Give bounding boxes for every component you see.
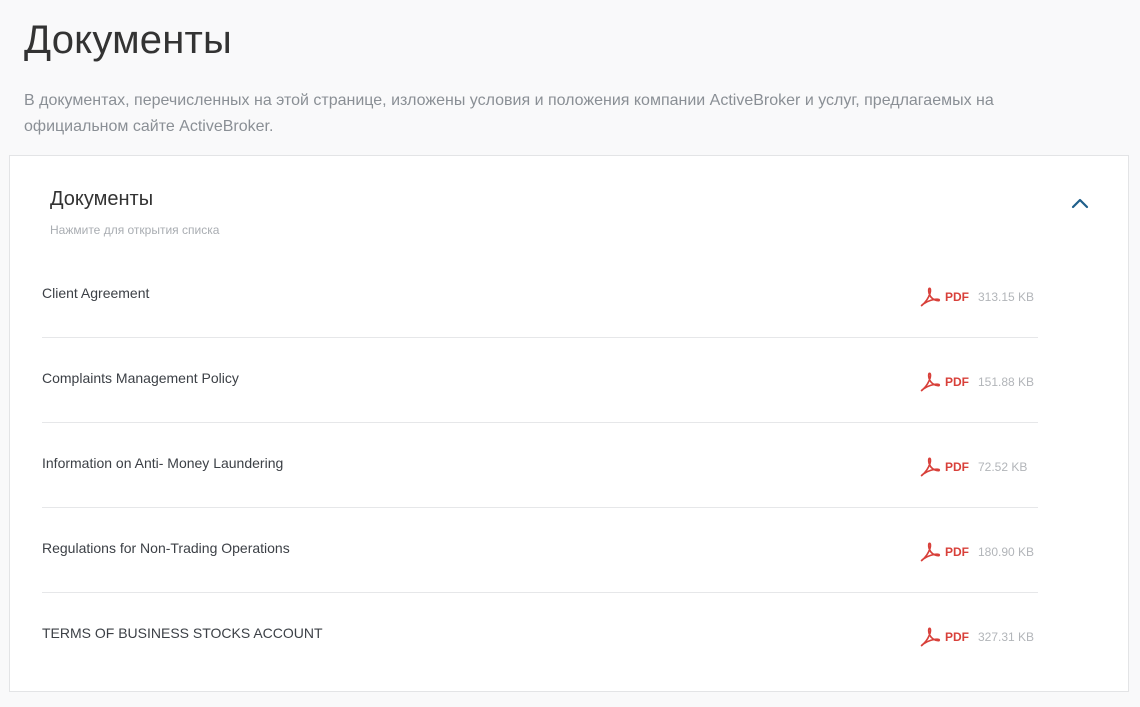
file-type-label: PDF (945, 545, 969, 559)
document-name[interactable]: Client Agreement (42, 285, 149, 301)
pdf-icon (920, 372, 941, 392)
documents-panel: Документы Нажмите для открытия списка Cl… (9, 155, 1129, 692)
page-intro: В документах, перечисленных на этой стра… (24, 92, 994, 135)
pdf-icon (920, 627, 941, 647)
document-name[interactable]: Information on Anti- Money Laundering (42, 455, 283, 471)
panel-header[interactable]: Документы Нажмите для открытия списка (50, 188, 219, 237)
document-row: TERMS OF BUSINESS STOCKS ACCOUNT PDF 327… (42, 593, 1038, 678)
file-type-label: PDF (945, 375, 969, 389)
file-type-label: PDF (945, 290, 969, 304)
file-size: 180.90 KB (978, 545, 1035, 559)
panel-title: Документы (50, 188, 154, 210)
file-type-label: PDF (945, 460, 969, 474)
document-download-link[interactable]: PDF 151.88 KB (919, 371, 1038, 393)
pdf-icon (920, 457, 941, 477)
document-row: Complaints Management Policy PDF 151.88 … (42, 338, 1038, 423)
file-size: 72.52 KB (978, 460, 1028, 474)
document-row: Information on Anti- Money Laundering PD… (42, 423, 1038, 508)
document-row: Client Agreement PDF 313.15 KB (42, 253, 1038, 338)
file-size: 313.15 KB (978, 290, 1035, 304)
page-title: Документы (24, 18, 232, 62)
document-row: Regulations for Non-Trading Operations P… (42, 508, 1038, 593)
panel-subtitle: Нажмите для открытия списка (50, 223, 220, 237)
file-size: 151.88 KB (978, 375, 1035, 389)
document-download-link[interactable]: PDF 313.15 KB (919, 286, 1038, 308)
document-name[interactable]: Complaints Management Policy (42, 370, 239, 386)
file-size: 327.31 KB (978, 630, 1035, 644)
file-type-label: PDF (945, 630, 969, 644)
document-name[interactable]: TERMS OF BUSINESS STOCKS ACCOUNT (42, 625, 323, 641)
document-name[interactable]: Regulations for Non-Trading Operations (42, 540, 290, 556)
document-download-link[interactable]: PDF 180.90 KB (919, 541, 1038, 563)
pdf-icon (920, 542, 941, 562)
chevron-up-icon[interactable] (1070, 196, 1090, 210)
document-download-link[interactable]: PDF 327.31 KB (919, 626, 1038, 648)
document-list: Client Agreement PDF 313.15 KB Complaint… (42, 253, 1038, 678)
pdf-icon (920, 287, 941, 307)
document-download-link[interactable]: PDF 72.52 KB (919, 456, 1038, 478)
